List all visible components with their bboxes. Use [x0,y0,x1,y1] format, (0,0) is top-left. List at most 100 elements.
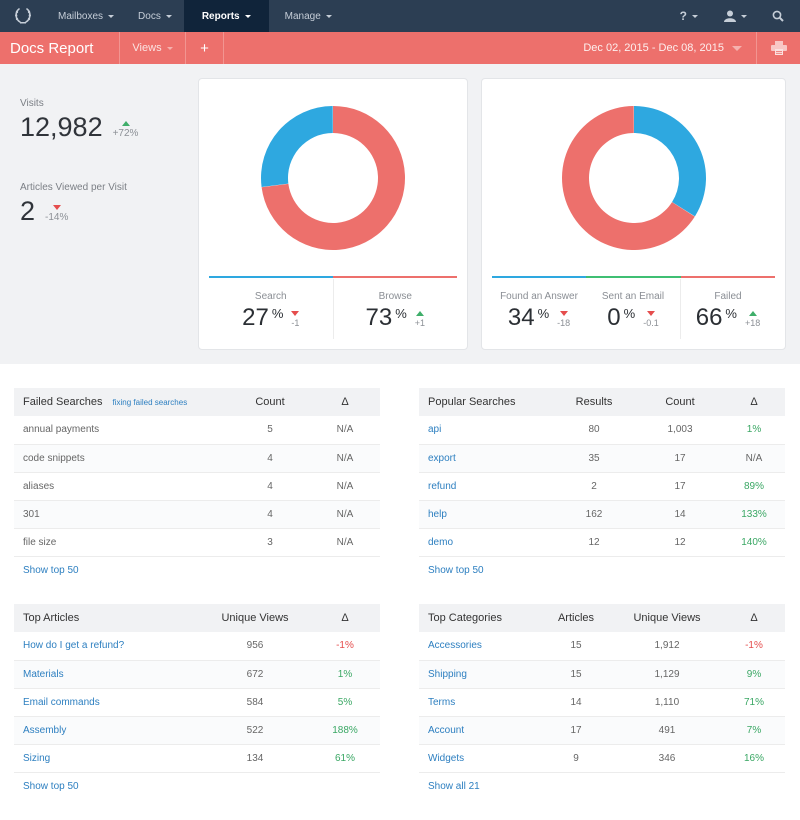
table-row: How do I get a refund? 956 -1% [14,632,380,661]
column-header: Top Categories [419,604,541,632]
count-cell: 17 [637,444,723,473]
metric-label: Sent an Email [601,291,665,302]
category-link[interactable]: Widgets [419,744,541,773]
search-term-link[interactable]: export [419,444,551,473]
category-link[interactable]: Terms [419,688,541,717]
logo-wreath-icon[interactable] [0,0,46,32]
visits-delta-value: +72% [112,128,139,139]
search-term: file size [14,528,230,557]
delta-cell: 9% [723,660,785,689]
column-header: Δ [310,604,380,632]
table-row: Accessories 15 1,912 -1% [419,632,785,661]
search-term-link[interactable]: demo [419,528,551,557]
search-term-link[interactable]: api [419,416,551,445]
trend-down-icon [559,311,568,316]
legend-bar-sent-an-email [586,276,681,278]
date-range-picker[interactable]: Dec 02, 2015 - Dec 08, 2015 [583,32,756,64]
nav-item-manage[interactable]: Manage [269,0,348,32]
print-button[interactable] [756,32,800,64]
percent-unit: % [537,306,550,321]
caret-down-icon [166,46,173,50]
show-top-50-link[interactable]: Show top 50 [14,781,380,792]
nav-item-docs[interactable]: Docs [126,0,184,32]
user-menu[interactable] [711,0,760,32]
metric-value: 0 [607,304,621,331]
views-cell: 956 [200,632,310,661]
search-term: code snippets [14,444,230,473]
count-cell: 4 [230,500,310,529]
legend-bar-found-an-answer [492,276,587,278]
search-term: 301 [14,500,230,529]
article-link[interactable]: Materials [14,660,200,689]
metric-delta: +1 [415,311,425,328]
results-cell: 12 [551,528,637,557]
search-button[interactable] [760,0,800,32]
caret-down-icon [325,14,332,18]
nav-label: Manage [284,10,321,22]
table-row: help 162 14 133% [419,500,785,529]
trend-down-icon [291,311,300,316]
help-menu[interactable]: ? [667,0,711,32]
percent-unit: % [725,306,737,321]
percent-unit: % [395,306,407,321]
count-cell: 12 [637,528,723,557]
metric-delta-value: -18 [557,318,571,328]
top-articles-panel: Top Articles Unique Views Δ How do I get… [14,604,380,792]
column-header: Δ [723,388,785,416]
search-term-link[interactable]: help [419,500,551,529]
articles-per-visit-value: 2 [20,196,36,226]
search-outcome-card: Found an Answer 34 % -18 Sent an Email 0… [481,78,786,350]
nav-item-reports[interactable]: Reports [183,0,269,32]
views-cell: 346 [611,744,723,773]
delta-cell: 5% [310,688,380,717]
search-vs-browse-card: Search 27 % -1 Browse 73 % +1 [198,78,468,350]
top-categories-panel: Top Categories Articles Unique Views Δ A… [419,604,785,792]
count-cell: 14 [637,500,723,529]
category-link[interactable]: Accessories [419,632,541,661]
delta-cell: 140% [723,528,785,557]
print-icon [770,41,787,55]
nav-item-mailboxes[interactable]: Mailboxes [46,0,126,32]
article-link[interactable]: Sizing [14,744,200,773]
views-cell: 1,110 [611,688,723,717]
metric-label: Search [254,291,287,302]
metrics-row: Search 27 % -1 Browse 73 % +1 [209,279,457,339]
delta-cell: N/A [310,528,380,557]
caret-down-icon [741,14,747,18]
donut-slice-found-an-answer [633,106,706,217]
table-row: aliases 4 N/A [14,472,380,501]
column-header: Unique Views [200,604,310,632]
column-header: Articles [541,604,611,632]
table-row: Assembly 522 188% [14,716,380,745]
article-link[interactable]: How do I get a refund? [14,632,200,661]
article-link[interactable]: Assembly [14,716,200,745]
table-row: refund 2 17 89% [419,472,785,501]
show-top-50-link[interactable]: Show top 50 [419,565,785,576]
search-term-link[interactable]: refund [419,472,551,501]
nav-label: Mailboxes [58,10,104,22]
search-term: aliases [14,472,230,501]
metric-failed: Failed 66 % +18 [680,279,775,339]
count-cell: 4 [230,472,310,501]
views-cell: 1,912 [611,632,723,661]
category-link[interactable]: Account [419,716,541,745]
metric-sent-an-email: Sent an Email 0 % -0.1 [586,279,680,339]
show-top-50-link[interactable]: Show top 50 [14,565,380,576]
top-articles-table: Top Articles Unique Views Δ How do I get… [14,604,380,773]
article-link[interactable]: Email commands [14,688,200,717]
column-header: Unique Views [611,604,723,632]
show-all-21-link[interactable]: Show all 21 [419,781,785,792]
fixing-failed-searches-link[interactable]: fixing failed searches [113,398,188,407]
results-cell: 2 [551,472,637,501]
metric-delta: -1 [291,311,299,328]
percent-unit: % [623,306,636,321]
metric-delta-value: +18 [744,318,761,328]
articles-per-visit-delta: -14% [45,205,68,223]
column-header: Top Articles [14,604,200,632]
add-view-button[interactable]: + [186,32,224,64]
views-dropdown[interactable]: Views [120,32,186,64]
table-title: Failed Searches [23,396,103,408]
metric-browse: Browse 73 % +1 [332,279,458,339]
category-link[interactable]: Shipping [419,660,541,689]
table-row: Email commands 584 5% [14,688,380,717]
